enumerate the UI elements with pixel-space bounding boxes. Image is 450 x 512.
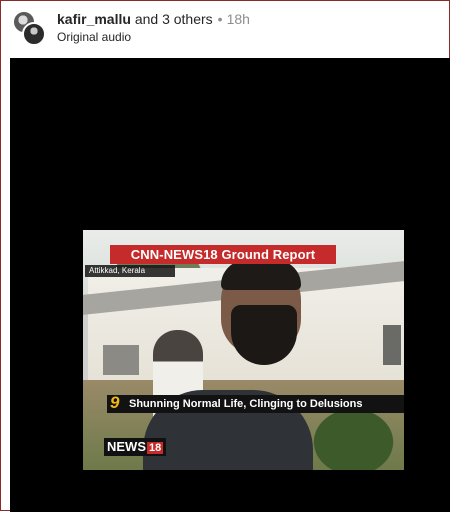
avatar-secondary[interactable] bbox=[22, 22, 46, 46]
username-link[interactable]: kafir_mallu bbox=[57, 11, 131, 27]
video-frame: CNN-NEWS18 Ground Report Attikkad, Keral… bbox=[83, 230, 404, 470]
collab-avatars[interactable] bbox=[12, 10, 46, 46]
audio-link[interactable]: Original audio bbox=[57, 30, 131, 44]
post-header: kafir_mallu and 3 others • 18h Original au… bbox=[1, 1, 449, 57]
scene-person-hair bbox=[221, 260, 301, 290]
scene-window bbox=[383, 325, 401, 365]
channel-number-icon: 9 bbox=[110, 393, 120, 412]
channel-logo-name: NEWS bbox=[107, 439, 146, 454]
post-frame: kafir_mallu and 3 others • 18h Original au… bbox=[0, 0, 450, 512]
video-player[interactable]: CNN-NEWS18 Ground Report Attikkad, Keral… bbox=[10, 58, 450, 512]
post-time[interactable]: 18h bbox=[227, 11, 250, 27]
collaborators-link[interactable]: and 3 others bbox=[135, 11, 213, 27]
separator-dot: • bbox=[217, 11, 223, 27]
news-ticker: Shunning Normal Life, Clinging to Delusi… bbox=[107, 395, 404, 413]
news-location-tag: Attikkad, Kerala bbox=[85, 265, 175, 277]
channel-logo-number: 18 bbox=[147, 442, 164, 454]
scene-window bbox=[103, 345, 139, 375]
post-title-line: kafir_mallu and 3 others • 18h bbox=[57, 11, 250, 29]
channel-logo: NEWS 18 bbox=[104, 438, 167, 456]
news-headline-banner: CNN-NEWS18 Ground Report bbox=[110, 245, 336, 264]
